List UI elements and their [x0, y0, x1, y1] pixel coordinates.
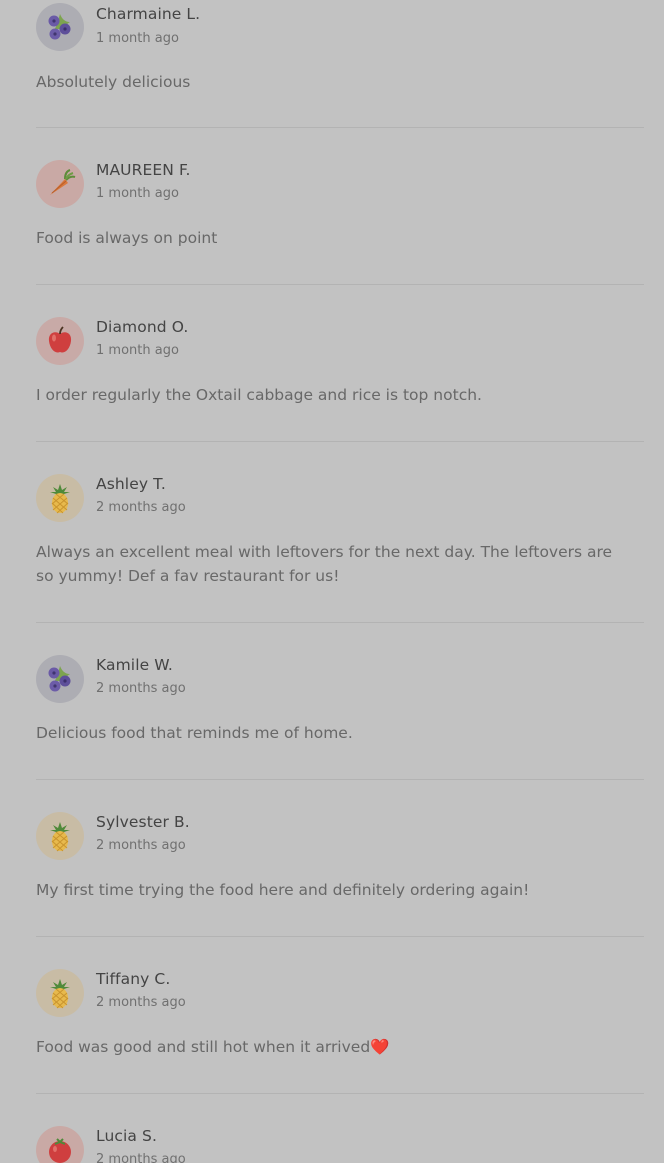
avatar	[36, 3, 84, 51]
divider	[36, 284, 644, 285]
divider	[36, 622, 644, 623]
review-item: Tiffany C. 2 months ago Food was good an…	[36, 966, 644, 1056]
reviewer-name: Sylvester B.	[96, 813, 190, 831]
review-text: Food was good and still hot when it arri…	[36, 1038, 390, 1056]
review-header: Diamond O. 1 month ago	[36, 314, 644, 365]
pineapple-icon	[50, 822, 70, 852]
divider	[36, 779, 644, 780]
blueberry-icon	[48, 666, 71, 692]
review-time: 2 months ago	[96, 995, 186, 1010]
review-time: 2 months ago	[96, 838, 186, 853]
apple-icon	[48, 326, 72, 353]
reviewer-name: Tiffany C.	[96, 970, 171, 988]
pineapple-icon	[50, 484, 70, 514]
blueberry-icon	[48, 14, 71, 40]
avatar	[36, 474, 84, 522]
reviewer-name: Charmaine L.	[96, 5, 201, 23]
review-header: Tiffany C. 2 months ago	[36, 966, 644, 1017]
review-text: My first time trying the food here and d…	[36, 881, 530, 899]
review-item: Charmaine L. 1 month ago Absolutely deli…	[36, 0, 644, 91]
reviewer-name: Lucia S.	[96, 1127, 158, 1145]
review-text: Food is always on point	[36, 229, 218, 247]
avatar	[36, 317, 84, 365]
review-header: Kamile W. 2 months ago	[36, 652, 644, 703]
review-text: Delicious food that reminds me of home.	[36, 724, 353, 742]
review-time: 2 months ago	[96, 1152, 186, 1163]
avatar	[36, 655, 84, 703]
reviews-list: Charmaine L. 1 month ago Absolutely deli…	[0, 0, 664, 1163]
avatar	[36, 1126, 84, 1163]
reviewer-name: Ashley T.	[96, 475, 166, 493]
reviewer-name: MAUREEN F.	[96, 161, 191, 179]
avatar	[36, 812, 84, 860]
divider	[36, 1093, 644, 1094]
review-time: 2 months ago	[96, 500, 186, 515]
reviewer-name: Kamile W.	[96, 656, 173, 674]
review-time: 1 month ago	[96, 343, 179, 358]
divider	[36, 441, 644, 442]
tomato-icon	[49, 1138, 71, 1163]
avatar	[36, 969, 84, 1017]
divider	[36, 936, 644, 937]
review-header: Sylvester B. 2 months ago	[36, 809, 644, 860]
review-time: 2 months ago	[96, 681, 186, 696]
carrot-icon	[50, 169, 76, 195]
review-item: Kamile W. 2 months ago Delicious food th…	[36, 652, 644, 742]
review-item: Diamond O. 1 month ago I order regularly…	[36, 314, 644, 404]
avatar	[36, 160, 84, 208]
divider	[36, 127, 644, 128]
review-header: Ashley T. 2 months ago	[36, 471, 644, 522]
reviewer-name: Diamond O.	[96, 318, 189, 336]
review-text: I order regularly the Oxtail cabbage and…	[36, 386, 482, 404]
review-item: Sylvester B. 2 months ago My first time …	[36, 809, 644, 899]
review-time: 1 month ago	[96, 186, 179, 201]
review-item: MAUREEN F. 1 month ago Food is always on…	[36, 157, 644, 247]
review-text: Absolutely delicious	[36, 73, 191, 91]
review-header: Lucia S. 2 months ago	[36, 1123, 644, 1163]
review-header: Charmaine L. 1 month ago	[36, 0, 644, 51]
review-item: Ashley T. 2 months ago Always an excelle…	[36, 471, 644, 585]
review-item: Lucia S. 2 months ago	[36, 1123, 644, 1163]
review-header: MAUREEN F. 1 month ago	[36, 157, 644, 208]
review-text: Always an excellent meal with leftovers …	[36, 543, 613, 585]
pineapple-icon	[50, 979, 70, 1009]
review-time: 1 month ago	[96, 31, 179, 46]
